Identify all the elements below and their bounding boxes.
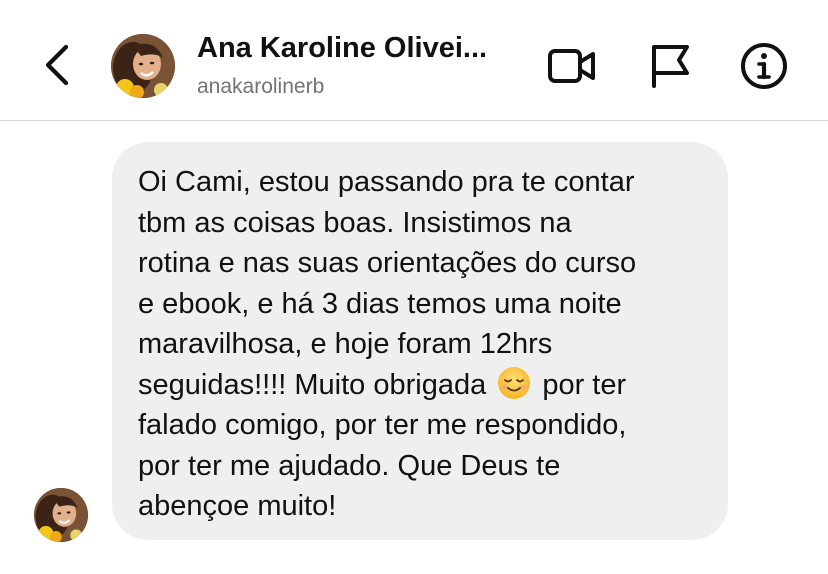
chat-header: Ana Karoline Olivei... anakarolinerb [0, 0, 828, 121]
sender-avatar[interactable] [34, 488, 88, 542]
contact-name[interactable]: Ana Karoline Olivei... [197, 30, 527, 66]
message-text-part-1: Oi Cami, estou passando pra te contar tb… [138, 166, 637, 401]
info-icon [741, 43, 787, 89]
contact-avatar[interactable] [111, 34, 175, 98]
chevron-left-icon[interactable] [36, 40, 76, 90]
smiling-face-icon [496, 365, 532, 401]
video-camera-icon [548, 49, 595, 83]
video-call-button[interactable] [543, 38, 599, 94]
report-button[interactable] [641, 38, 697, 94]
info-button[interactable] [736, 38, 792, 94]
message-bubble[interactable]: Oi Cami, estou passando pra te contar tb… [112, 142, 728, 540]
flag-icon [652, 45, 689, 88]
contact-handle: anakarolinerb [197, 75, 325, 98]
message-text: Oi Cami, estou passando pra te contar tb… [138, 162, 706, 527]
